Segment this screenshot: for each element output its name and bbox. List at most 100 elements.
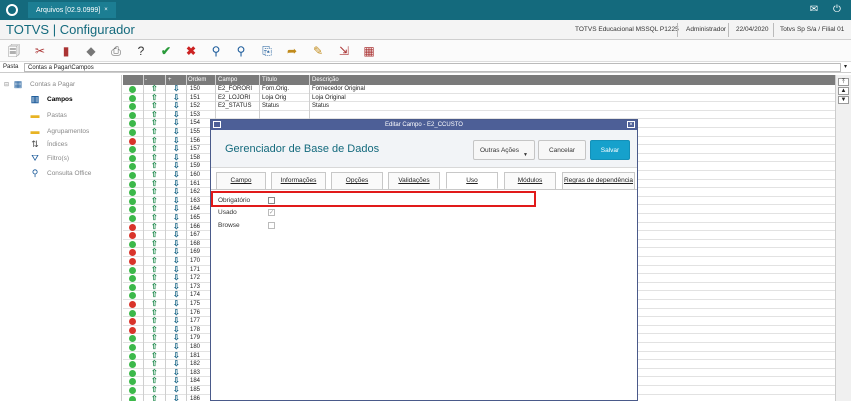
tree-item-label: Pastas (47, 112, 67, 119)
status-icon (129, 215, 136, 222)
cell-ordem: 167 (190, 232, 201, 239)
scroll-up-icon[interactable]: ▲ (838, 87, 849, 95)
tab-regras-dependencia[interactable]: Regras de dependência (562, 172, 635, 189)
tree-item-pastas[interactable]: ▬ Pastas (28, 110, 67, 121)
tree-item-label: Campos (47, 96, 73, 103)
cell-ordem: 179 (190, 335, 201, 342)
status-icon (129, 258, 136, 265)
search-next-icon[interactable]: ⚲ (233, 43, 249, 59)
power-icon[interactable]: ⏻ (830, 3, 844, 17)
search-icon[interactable]: ⚲ (208, 43, 224, 59)
col-header[interactable]: Título (262, 77, 277, 83)
tab-validacoes[interactable]: Validações (388, 172, 440, 189)
folder-icon: ▬ (30, 126, 40, 136)
edit-field-dialog: Editar Campo - E2_CCUSTO × Gerenciador d… (210, 119, 638, 401)
edit-icon[interactable]: ✎ (310, 43, 326, 59)
divider (143, 75, 144, 401)
tab-arquivos[interactable]: Arquivos [02.9.0999] × (28, 2, 116, 18)
cell-ordem: 173 (190, 283, 201, 290)
status-icon (129, 369, 136, 377)
dialog-header: Gerenciador de Base de Dados Outras Açõe… (211, 130, 637, 168)
cancel-icon[interactable]: ✖ (183, 43, 199, 59)
tab-modulos[interactable]: Módulos (504, 172, 556, 189)
table-icon[interactable]: ▦ (361, 43, 377, 59)
col-header[interactable]: Ordem (188, 77, 206, 83)
divider (165, 75, 166, 401)
tree-root[interactable]: ⊟ ▦ Contas a Pagar (4, 79, 75, 90)
col-header[interactable]: - (145, 77, 147, 83)
cell-ordem: 163 (190, 197, 201, 204)
browse-checkbox[interactable] (268, 222, 275, 229)
status-icon (129, 206, 136, 214)
eraser-icon[interactable]: ◆ (83, 43, 99, 59)
tree-item-label: Índices (47, 141, 68, 148)
col-header[interactable]: Campo (218, 77, 237, 83)
cell-ordem: 157 (190, 146, 201, 153)
table-row[interactable]: ⇧ ⇩ 152 E2_STATUS Status Status (123, 101, 835, 111)
confirm-icon[interactable]: ✔ (158, 43, 174, 59)
mail-icon[interactable]: ✉ (807, 3, 821, 17)
scissors-icon[interactable]: ✂ (32, 43, 48, 59)
dialog-title: Editar Campo - E2_CCUSTO (385, 122, 463, 128)
cancel-button[interactable]: Cancelar (538, 140, 586, 160)
export-icon[interactable]: ➦ (284, 43, 300, 59)
user-label: Administrador (686, 26, 727, 33)
tab-campo[interactable]: Campo (216, 172, 266, 189)
scroll-down-icon[interactable]: ▼ (838, 96, 849, 104)
dialog-heading: Gerenciador de Base de Dados (225, 143, 380, 155)
move-down-icon[interactable]: ⇩ (173, 394, 180, 401)
status-icon (129, 240, 136, 248)
cell-ordem: 152 (190, 103, 201, 110)
cell-titulo: Forn.Orig. (262, 86, 290, 92)
tree-item-consulta-office[interactable]: ⚲ Consulta Office (28, 168, 92, 179)
scroll-top-icon[interactable]: ⤒ (838, 78, 849, 86)
cell-ordem: 164 (190, 206, 201, 213)
cell-ordem: 165 (190, 215, 201, 221)
window-icon (213, 121, 221, 128)
copy-icon[interactable]: ▮ (58, 43, 74, 59)
grid-scrollbar[interactable]: ⤒ ▲ ▼ (835, 75, 851, 401)
status-icon (129, 146, 136, 154)
status-icon (129, 120, 136, 128)
tree-item-campos[interactable]: ▥ Campos (28, 94, 73, 105)
totvs-logo-icon[interactable] (6, 4, 18, 16)
tab-opcoes[interactable]: Opções (331, 172, 383, 189)
status-icon (129, 344, 136, 351)
collapse-icon[interactable]: ⊟ (4, 81, 9, 88)
close-icon[interactable]: × (627, 121, 635, 128)
status-icon (129, 266, 136, 274)
help-icon[interactable]: ? (133, 43, 149, 59)
tab-informacoes[interactable]: Informações (271, 172, 326, 189)
save-button[interactable]: Salvar (590, 140, 630, 160)
tree-item-indices[interactable]: ⇅ Índices (28, 139, 68, 150)
col-header[interactable]: Descrição (312, 77, 339, 83)
cell-ordem: 162 (190, 189, 201, 196)
col-header[interactable]: + (168, 77, 172, 83)
table-row[interactable]: ⇧ ⇩ 151 E2_LOJORI Loja Orig Loja Original (123, 93, 835, 103)
cell-ordem: 158 (190, 154, 201, 161)
status-icon (129, 94, 136, 102)
more-actions-button[interactable]: Outras Ações ▼ (473, 140, 535, 160)
status-icon (129, 352, 136, 360)
move-up-icon[interactable]: ⇧ (151, 394, 158, 401)
tree-item-agrupamentos[interactable]: ▬ Agrupamentos (28, 126, 90, 137)
cell-ordem: 177 (190, 318, 201, 325)
path-field[interactable]: Contas a Pagar\Campos (24, 63, 841, 72)
usado-checkbox[interactable]: ✓ (268, 209, 275, 216)
filter-icon: ⛛ (31, 153, 39, 163)
cell-ordem: 170 (190, 258, 201, 264)
status-icon (129, 387, 136, 394)
table-row[interactable]: ⇧ ⇩ 150 E2_FORORI Forn.Orig. Fornecedor Origi… (123, 84, 835, 94)
path-label: Pasta (3, 64, 19, 70)
import-icon[interactable]: ⇲ (336, 43, 352, 59)
chevron-down-icon[interactable]: ▾ (844, 63, 847, 70)
tree-item-filtros[interactable]: ⛛ Filtro(s) (28, 153, 69, 164)
close-tab-icon[interactable]: × (104, 7, 108, 13)
cell-descricao: Status (312, 103, 330, 110)
print-icon[interactable]: ⎙ (108, 43, 124, 59)
cell-ordem: 182 (190, 361, 201, 368)
preview-icon[interactable]: ⎘ (259, 43, 275, 59)
tab-uso[interactable]: Uso (446, 172, 498, 189)
divider (773, 23, 774, 37)
document-icon[interactable]: 🗐 (6, 43, 22, 59)
